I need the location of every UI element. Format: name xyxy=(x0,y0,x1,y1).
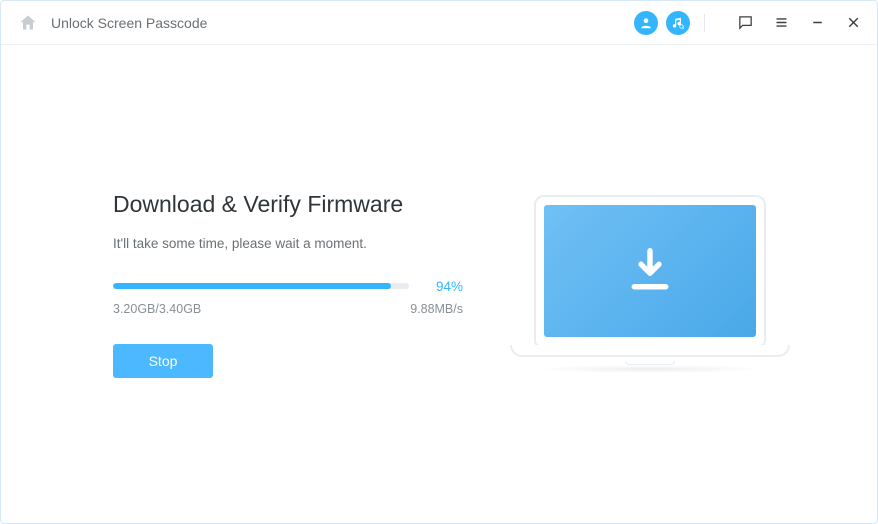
progress-speed: 9.88MB/s xyxy=(410,302,463,316)
feedback-icon[interactable] xyxy=(735,13,755,33)
progress-percent: 94% xyxy=(429,279,463,294)
music-search-icon[interactable] xyxy=(666,11,690,35)
minimize-icon[interactable] xyxy=(807,13,827,33)
illustration-panel xyxy=(483,195,817,373)
titlebar: Unlock Screen Passcode xyxy=(1,1,877,45)
heading: Download & Verify Firmware xyxy=(113,191,483,218)
app-window: Unlock Screen Passcode Download & Verify… xyxy=(0,0,878,524)
content: Download & Verify Firmware It'll take so… xyxy=(1,45,877,523)
account-icon[interactable] xyxy=(634,11,658,35)
titlebar-divider xyxy=(704,14,705,32)
download-panel: Download & Verify Firmware It'll take so… xyxy=(113,191,483,378)
home-icon[interactable] xyxy=(17,12,39,34)
progress-size: 3.20GB/3.40GB xyxy=(113,302,201,316)
progress-fill xyxy=(113,283,391,289)
laptop-screen xyxy=(544,205,756,337)
download-icon xyxy=(623,244,677,298)
menu-icon[interactable] xyxy=(771,13,791,33)
close-icon[interactable] xyxy=(843,13,863,33)
progress-track xyxy=(113,283,409,289)
stop-button[interactable]: Stop xyxy=(113,344,213,378)
laptop-illustration xyxy=(510,195,790,373)
progress: 94% 3.20GB/3.40GB 9.88MB/s xyxy=(113,279,463,316)
subtitle: It'll take some time, please wait a mome… xyxy=(113,236,483,251)
page-title: Unlock Screen Passcode xyxy=(51,15,207,31)
